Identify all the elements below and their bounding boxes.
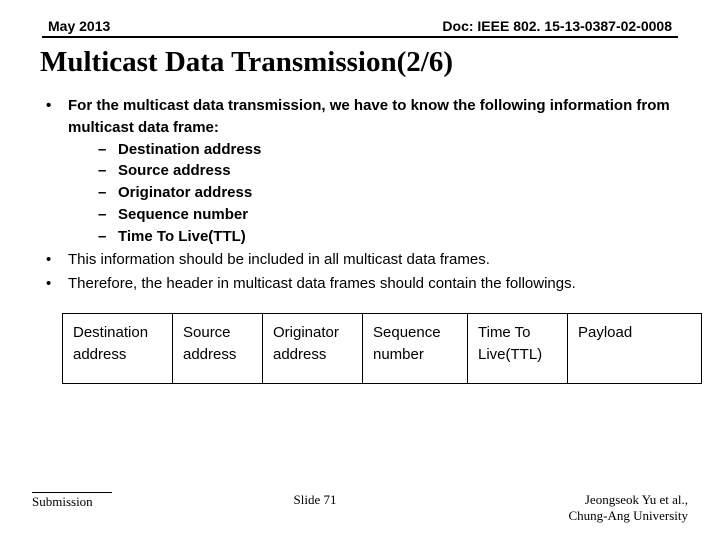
header-docnum: Doc: IEEE 802. 15-13-0387-02-0008 [442, 18, 672, 34]
header-date: May 2013 [48, 18, 110, 34]
bullet-item: This information should be included in a… [40, 249, 680, 271]
sub-bullet: Source address [94, 160, 680, 182]
frame-cell-payload: Payload [568, 313, 702, 384]
bullet-text: For the multicast data transmission, we … [68, 97, 670, 136]
frame-cell-ttl: Time To Live(TTL) [468, 313, 568, 384]
slide: May 2013 Doc: IEEE 802. 15-13-0387-02-00… [0, 0, 720, 540]
footer-right: Jeongseok Yu et al., Chung-Ang Universit… [518, 492, 688, 524]
frame-table: Destination address Source address Origi… [62, 313, 702, 385]
footer-left: Submission [32, 492, 112, 510]
slide-header: May 2013 Doc: IEEE 802. 15-13-0387-02-00… [42, 18, 678, 38]
bullet-item: For the multicast data transmission, we … [40, 95, 680, 247]
slide-title: Multicast Data Transmission(2/6) [40, 46, 688, 79]
frame-cell-destination: Destination address [63, 313, 173, 384]
sub-bullet: Originator address [94, 182, 680, 204]
table-row: Destination address Source address Origi… [63, 313, 702, 384]
frame-cell-source: Source address [173, 313, 263, 384]
sub-bullet: Destination address [94, 139, 680, 161]
footer-mid: Slide 71 [112, 492, 518, 508]
bullet-item: Therefore, the header in multicast data … [40, 273, 680, 295]
sub-bullet: Time To Live(TTL) [94, 226, 680, 248]
slide-footer: Submission Slide 71 Jeongseok Yu et al.,… [32, 492, 688, 524]
frame-cell-originator: Originator address [263, 313, 363, 384]
slide-body: For the multicast data transmission, we … [32, 95, 688, 384]
footer-author: Jeongseok Yu et al., [585, 492, 688, 507]
frame-cell-sequence: Sequence number [363, 313, 468, 384]
footer-affil: Chung-Ang University [568, 508, 688, 523]
sub-bullet: Sequence number [94, 204, 680, 226]
